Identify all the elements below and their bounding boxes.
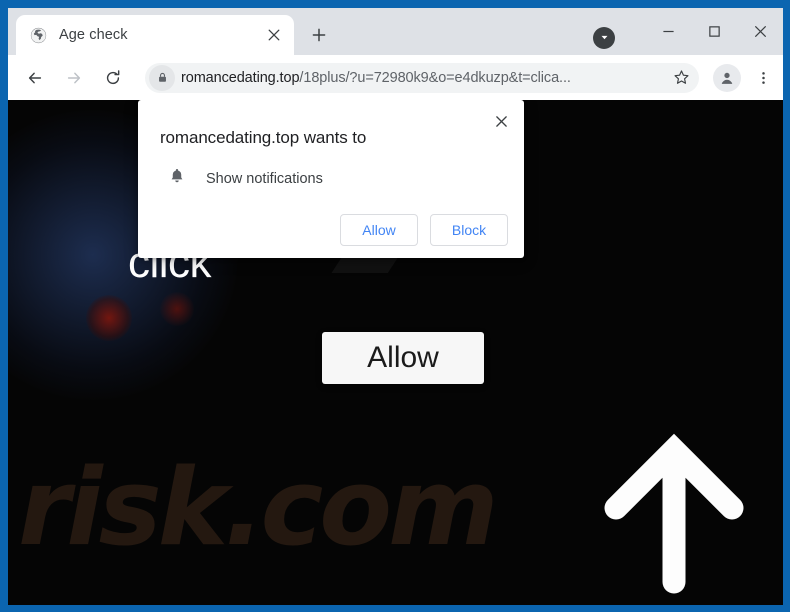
web-page-viewport: 7 risk.com click Allow	[8, 100, 783, 605]
lock-icon[interactable]	[149, 64, 175, 91]
avatar-icon[interactable]	[713, 63, 741, 92]
forward-arrow-icon	[59, 63, 89, 93]
new-tab-button[interactable]	[304, 20, 334, 50]
bell-icon	[168, 167, 186, 190]
screenshot-frame: Age check romancedating.top/18plus/?u=72…	[0, 0, 790, 612]
browser-window: Age check romancedating.top/18plus/?u=72…	[8, 8, 783, 605]
dialog-actions: Allow Block	[160, 214, 508, 246]
notification-permission-dialog[interactable]: romancedating.top wants to Show notifica…	[138, 100, 524, 258]
back-arrow-icon[interactable]	[20, 63, 50, 93]
address-bar-host: romancedating.top	[181, 69, 300, 86]
up-arrow-icon	[600, 430, 748, 598]
globe-icon	[30, 27, 47, 44]
reload-icon[interactable]	[98, 63, 128, 93]
dialog-block-button[interactable]: Block	[430, 214, 508, 246]
permission-label: Show notifications	[206, 170, 323, 187]
address-bar-path: /18plus/?u=72980k9&o=e4dkuzp&t=clica...	[299, 69, 571, 86]
dialog-allow-button[interactable]: Allow	[340, 214, 418, 246]
minimize-icon[interactable]	[645, 15, 691, 48]
window-controls	[593, 8, 783, 55]
address-bar-text: romancedating.top/18plus/?u=72980k9&o=e4…	[181, 70, 667, 86]
star-icon[interactable]	[667, 64, 695, 92]
page-allow-button[interactable]: Allow	[322, 332, 484, 384]
background-glow-red	[86, 295, 132, 341]
close-icon[interactable]	[737, 15, 783, 48]
download-chevron-icon[interactable]	[593, 26, 615, 49]
dialog-close-icon[interactable]	[488, 108, 514, 134]
maximize-icon[interactable]	[691, 15, 737, 48]
tab-title: Age check	[59, 27, 128, 43]
permission-row: Show notifications	[168, 167, 508, 190]
watermark-word: risk.com	[18, 446, 499, 569]
browser-toolbar: romancedating.top/18plus/?u=72980k9&o=e4…	[8, 55, 783, 100]
tab-close-icon[interactable]	[263, 24, 285, 46]
address-bar[interactable]: romancedating.top/18plus/?u=72980k9&o=e4…	[145, 62, 699, 93]
dialog-title: romancedating.top wants to	[160, 128, 367, 147]
three-dot-menu-icon[interactable]	[749, 63, 777, 93]
browser-tab-age-check[interactable]: Age check	[16, 15, 294, 55]
background-glow-red-small	[160, 292, 194, 326]
tab-strip: Age check	[8, 8, 783, 55]
